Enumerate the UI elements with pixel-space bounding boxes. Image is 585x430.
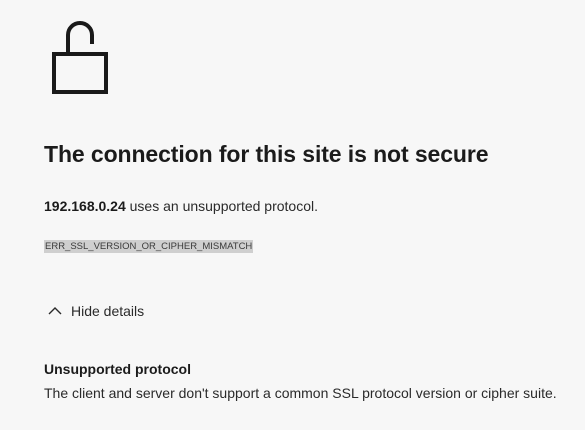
lock-open-icon (52, 21, 108, 94)
details-heading: Unsupported protocol (44, 361, 191, 377)
host-address: 192.168.0.24 (44, 198, 126, 214)
error-page: The connection for this site is not secu… (0, 0, 585, 430)
details-body: The client and server don't support a co… (44, 385, 557, 401)
error-code[interactable]: ERR_SSL_VERSION_OR_CIPHER_MISMATCH (44, 240, 254, 253)
description-text: uses an unsupported protocol. (125, 198, 318, 214)
hide-details-button[interactable]: Hide details (44, 300, 144, 322)
error-description: 192.168.0.24 uses an unsupported protoco… (44, 198, 318, 214)
chevron-up-icon (48, 307, 62, 315)
page-title: The connection for this site is not secu… (44, 141, 489, 167)
hide-details-label: Hide details (71, 303, 145, 319)
